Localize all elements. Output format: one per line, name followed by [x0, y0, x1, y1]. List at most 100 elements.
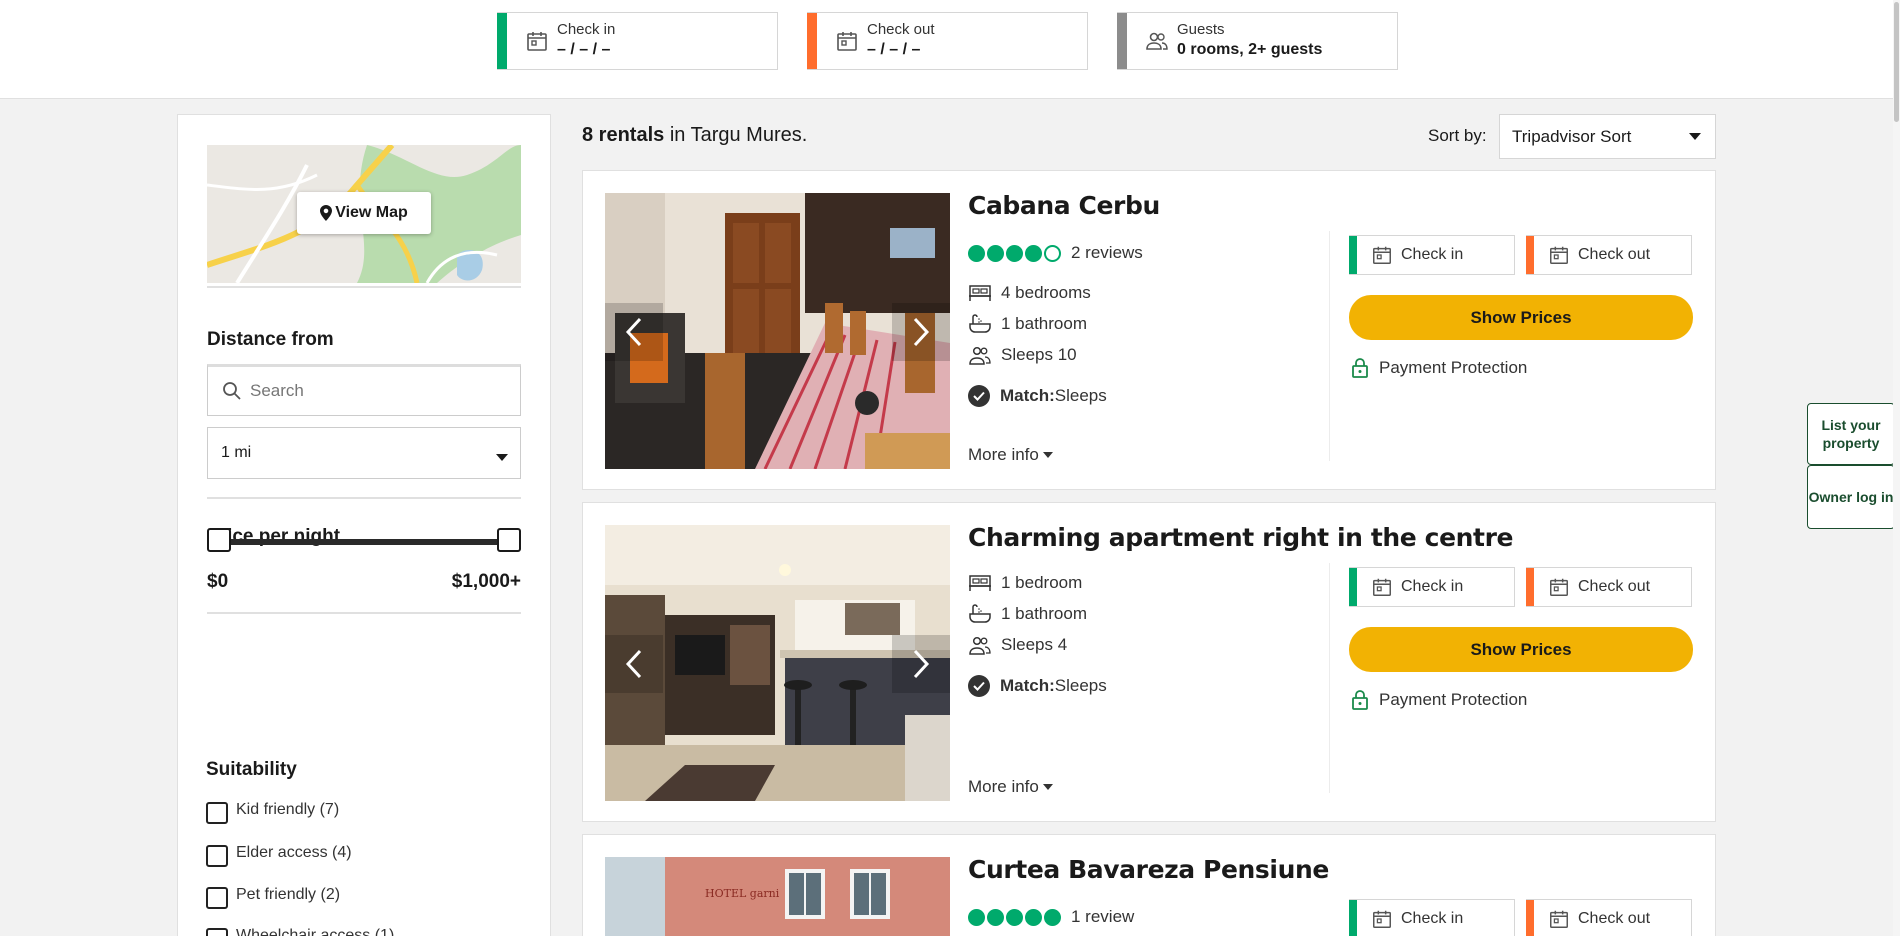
- wheelchair-access-filter[interactable]: Wheelchair access (1): [206, 922, 394, 936]
- elder-access-filter[interactable]: Elder access (4): [206, 839, 352, 867]
- checkout-color-bar: [1526, 568, 1534, 606]
- listing-checkout-picker[interactable]: Check out: [1526, 899, 1692, 936]
- more-info-toggle[interactable]: More info: [968, 777, 1053, 797]
- checkout-date-picker[interactable]: Check out – / – / –: [807, 12, 1088, 70]
- people-icon: [969, 636, 991, 655]
- top-search-bar: Check in – / – / – Check out – / – / – Gue…: [0, 0, 1900, 99]
- listing-checkin-picker[interactable]: Check in: [1349, 235, 1515, 275]
- bathrooms-text: 1 bathroom: [1001, 604, 1087, 623]
- show-prices-button[interactable]: Show Prices: [1349, 295, 1693, 340]
- checkout-color-bar: [1526, 900, 1534, 936]
- distance-select[interactable]: 1 mi: [207, 427, 521, 479]
- checkin-date-picker[interactable]: Check in – / – / –: [497, 12, 778, 70]
- divider: [207, 612, 521, 614]
- checkbox[interactable]: [206, 802, 228, 824]
- elder-access-label: Elder access (4): [236, 844, 352, 861]
- listing-photo[interactable]: HOTEL garni: [605, 857, 950, 936]
- rating-bubble: [968, 908, 985, 926]
- previous-photo-button[interactable]: [605, 635, 663, 693]
- sort-select[interactable]: Tripadvisor Sort: [1499, 114, 1716, 159]
- price-max-handle[interactable]: [497, 528, 521, 552]
- view-map-button[interactable]: View Map: [297, 192, 431, 234]
- guests-label: Guests: [1177, 21, 1225, 38]
- listing-checkin-picker[interactable]: Check in: [1349, 567, 1515, 607]
- listing-checkin-picker[interactable]: Check in: [1349, 899, 1515, 936]
- previous-photo-button[interactable]: [605, 303, 663, 361]
- guests-picker[interactable]: Guests 0 rooms, 2+ guests: [1117, 12, 1398, 70]
- distance-search-field[interactable]: [207, 364, 521, 416]
- match-value: Sleeps: [1054, 386, 1107, 405]
- wheelchair-access-label: Wheelchair access (1): [236, 927, 395, 936]
- chevron-down-icon: [1042, 784, 1053, 790]
- match-label: Match:: [1000, 386, 1055, 405]
- review-count-link[interactable]: 2 reviews: [1071, 243, 1143, 263]
- checkout-label: Check out: [867, 21, 935, 38]
- listing-card[interactable]: HOTEL garni Curtea Bavareza Pensiune 1 r…: [582, 834, 1716, 936]
- kid-friendly-label: Kid friendly (7): [236, 801, 340, 818]
- next-photo-button[interactable]: [892, 303, 950, 361]
- price-slider-track[interactable]: [216, 539, 512, 545]
- next-photo-button[interactable]: [892, 635, 950, 693]
- map-pin-icon: [320, 205, 333, 221]
- calendar-icon: [1373, 910, 1391, 928]
- distance-search-input[interactable]: [250, 381, 510, 401]
- payment-protection: Payment Protection: [1351, 357, 1527, 379]
- payment-protection: Payment Protection: [1351, 689, 1527, 711]
- checkin-color-bar: [1349, 568, 1357, 606]
- map-preview[interactable]: View Map: [207, 145, 521, 283]
- checkin-label: Check in: [557, 21, 616, 38]
- checkout-label: Check out: [1578, 246, 1651, 263]
- kid-friendly-filter[interactable]: Kid friendly (7): [206, 796, 339, 824]
- more-info-toggle[interactable]: More info: [968, 445, 1053, 465]
- match-value: Sleeps: [1054, 676, 1107, 695]
- listing-title[interactable]: Charming apartment right in the centre: [968, 523, 1513, 552]
- checkbox[interactable]: [206, 928, 228, 936]
- listing-card[interactable]: Charming apartment right in the centre 1…: [582, 502, 1716, 822]
- listing-photo[interactable]: [605, 525, 950, 801]
- list-property-button[interactable]: List your property: [1807, 403, 1895, 465]
- listing-checkout-picker[interactable]: Check out: [1526, 567, 1692, 607]
- checkbox[interactable]: [206, 845, 228, 867]
- owner-login-button[interactable]: Owner log in: [1807, 465, 1895, 529]
- checkmark-icon: [968, 385, 990, 407]
- payment-protection-text: Payment Protection: [1379, 358, 1528, 377]
- rating-bubbles: 2 reviews: [968, 243, 1143, 263]
- bed-icon: [969, 285, 991, 301]
- rating-bubble: [1025, 244, 1042, 262]
- listing-checkout-picker[interactable]: Check out: [1526, 235, 1692, 275]
- checkout-color-bar: [807, 13, 817, 69]
- people-icon: [969, 346, 991, 365]
- bathtub-icon: [969, 604, 991, 623]
- results-summary: 8 rentals in Targu Mures.: [582, 124, 807, 147]
- checkout-value: – / – / –: [867, 41, 921, 58]
- checkbox[interactable]: [206, 887, 228, 909]
- rating-bubble: [1025, 908, 1042, 926]
- guests-value: 0 rooms, 2+ guests: [1177, 41, 1323, 58]
- listing-title[interactable]: Curtea Bavareza Pensiune: [968, 855, 1329, 884]
- suitability-title-text: Suitability: [206, 759, 297, 780]
- sleeps-feature: Sleeps 10: [968, 345, 1077, 365]
- checkmark-icon: [968, 675, 990, 697]
- rating-bubble: [968, 244, 985, 262]
- review-count-link[interactable]: 1 review: [1071, 907, 1134, 927]
- page-scrollbar[interactable]: [1893, 0, 1900, 936]
- calendar-icon: [1550, 910, 1568, 928]
- checkout-label: Check out: [1578, 910, 1651, 927]
- more-info-label: More info: [968, 777, 1039, 796]
- show-prices-button[interactable]: Show Prices: [1349, 627, 1693, 672]
- bathtub-icon: [969, 314, 991, 333]
- search-icon: [223, 382, 241, 400]
- people-icon: [1146, 32, 1168, 50]
- pet-friendly-filter[interactable]: Pet friendly (2): [206, 881, 340, 909]
- listing-card[interactable]: Cabana Cerbu 2 reviews 4 bedrooms 1 bath…: [582, 170, 1716, 490]
- divider: [207, 286, 521, 288]
- pet-friendly-label: Pet friendly (2): [236, 886, 341, 903]
- more-info-label: More info: [968, 445, 1039, 464]
- lock-icon: [1352, 690, 1368, 710]
- rating-bubble: [987, 908, 1004, 926]
- payment-protection-text: Payment Protection: [1379, 690, 1528, 709]
- scrollbar-thumb[interactable]: [1894, 2, 1899, 122]
- listing-title[interactable]: Cabana Cerbu: [968, 191, 1160, 220]
- listing-photo[interactable]: [605, 193, 950, 469]
- price-min-handle[interactable]: [207, 528, 231, 552]
